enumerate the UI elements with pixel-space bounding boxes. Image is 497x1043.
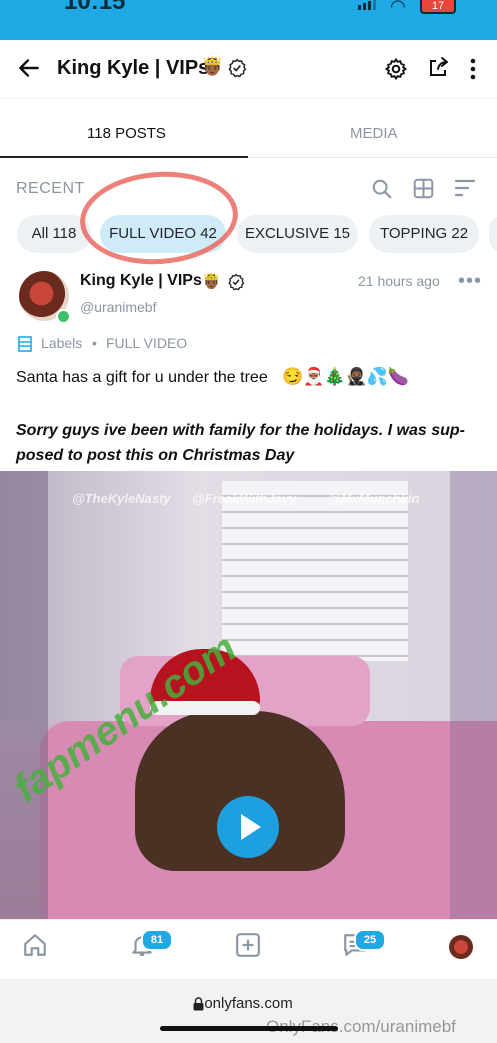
post-text-line1: Santa has a gift for u under the tree: [16, 369, 268, 386]
media-watermark-2: @FreakWithJayy: [192, 491, 297, 506]
search-icon[interactable]: [371, 178, 393, 200]
title-emoji: 🤴🏾: [201, 56, 224, 76]
add-post-icon[interactable]: [235, 932, 261, 958]
tab-divider: [248, 157, 497, 158]
label-value[interactable]: FULL VIDEO: [106, 335, 187, 351]
labels-link[interactable]: Labels: [41, 335, 82, 351]
browser-url[interactable]: onlyfans.com: [0, 995, 497, 1012]
media-right-edge: [450, 471, 497, 919]
page-title: King Kyle | VIPs: [57, 57, 210, 79]
tab-posts[interactable]: 118 POSTS: [87, 125, 166, 142]
gear-icon[interactable]: [384, 57, 408, 81]
play-icon: [241, 814, 261, 840]
home-icon[interactable]: [22, 932, 48, 958]
sort-icon[interactable]: [455, 179, 475, 197]
wifi-icon: ◠: [390, 0, 406, 16]
signal-icon: [358, 0, 376, 10]
filter-chip-next[interactable]: [489, 215, 497, 253]
share-icon[interactable]: [426, 56, 450, 80]
profile-avatar[interactable]: [449, 935, 473, 959]
post-text-caption: Sorry guys ive been with family for the …: [16, 422, 465, 464]
grid-view-icon[interactable]: [413, 178, 434, 199]
post-more-icon[interactable]: •••: [458, 270, 482, 293]
filter-chip-exclusive[interactable]: EXCLUSIVE 15: [237, 215, 358, 253]
battery-indicator: 17: [420, 0, 456, 14]
filter-chip-topping[interactable]: TOPPING 22: [369, 215, 479, 253]
lock-icon: [193, 997, 204, 1011]
active-tab-indicator: [0, 156, 248, 158]
media-watermark-1: @TheKyleNasty: [72, 491, 171, 506]
messages-badge: 25: [354, 929, 386, 951]
author-handle[interactable]: @uranimebf: [80, 299, 156, 315]
media-left-edge: [0, 471, 48, 919]
notifications-badge: 81: [141, 929, 173, 951]
home-indicator: [160, 1026, 338, 1031]
verified-icon: [228, 58, 247, 78]
author-emoji: 🤴🏾: [202, 273, 221, 290]
media-watermark-3: @MxMunchkin: [328, 491, 420, 506]
back-arrow-icon[interactable]: [16, 55, 42, 81]
more-vertical-icon[interactable]: [466, 57, 480, 81]
recent-label: RECENT: [16, 180, 85, 197]
annotation-circle: [76, 166, 242, 270]
tab-media[interactable]: MEDIA: [350, 125, 398, 142]
status-time: 10:15: [64, 0, 126, 15]
verified-icon: [228, 273, 245, 291]
post-emojis: 😏🎅🏾🎄🥷🏾💦🍆: [282, 367, 410, 386]
post-timestamp: 21 hours ago: [358, 273, 440, 289]
profile-tabs: [0, 108, 497, 158]
post-author-name[interactable]: King Kyle | VIPs: [80, 272, 202, 290]
label-separator: •: [92, 335, 97, 351]
labels-icon: [18, 336, 32, 352]
online-indicator: [56, 309, 71, 324]
